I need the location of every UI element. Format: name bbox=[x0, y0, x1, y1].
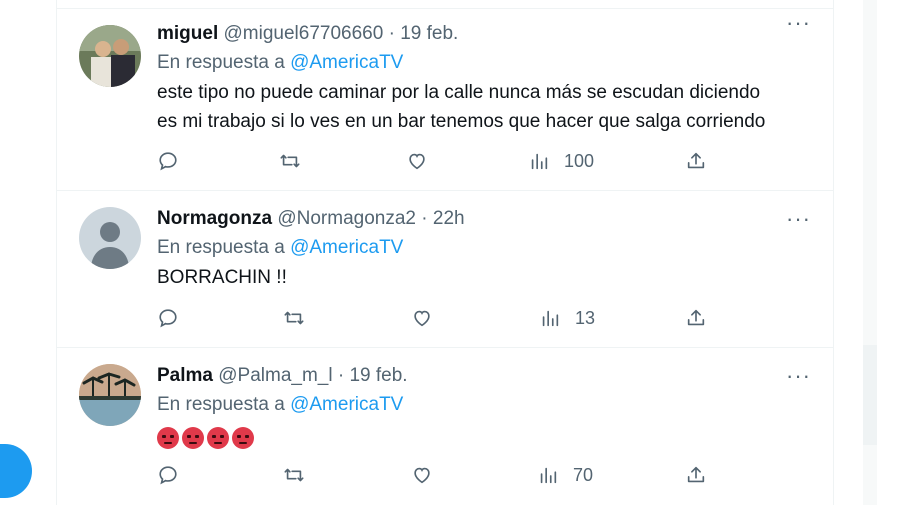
tweet-content: miguel @miguel67706660 · 19 feb. En resp… bbox=[157, 22, 813, 136]
retweet-button[interactable] bbox=[279, 146, 301, 176]
tweet[interactable]: Normagonza @Normagonza2 · 22h En respues… bbox=[57, 191, 833, 348]
share-icon bbox=[687, 152, 705, 169]
avatar[interactable] bbox=[79, 207, 141, 269]
reply-icon bbox=[159, 152, 177, 171]
tweet-text: este tipo no puede caminar por la calle … bbox=[157, 78, 813, 136]
share-icon bbox=[687, 309, 705, 326]
heart-icon bbox=[414, 467, 430, 484]
reply-button[interactable] bbox=[157, 460, 179, 490]
share-button[interactable] bbox=[685, 303, 707, 333]
share-button[interactable] bbox=[685, 146, 707, 176]
reply-context: En respuesta a @AmericaTV bbox=[157, 236, 813, 260]
mention-link[interactable]: @AmericaTV bbox=[290, 52, 403, 73]
retweet-icon bbox=[284, 468, 304, 482]
analytics-icon bbox=[540, 467, 557, 484]
views-button[interactable]: 13 bbox=[539, 303, 595, 333]
angry-face-icon bbox=[207, 426, 229, 449]
dot-separator: · bbox=[388, 23, 395, 44]
reply-button[interactable] bbox=[157, 146, 179, 176]
reply-icon bbox=[159, 309, 177, 328]
tweet-text-line: es mi trabajo si lo ves en un bar tenemo… bbox=[157, 111, 766, 132]
reply-prefix: En respuesta a bbox=[157, 237, 291, 258]
angry-face-icon bbox=[232, 426, 254, 449]
views-button[interactable]: 100 bbox=[528, 146, 594, 176]
analytics-icon bbox=[531, 153, 548, 170]
tweet-content: Palma @Palma_m_l · 19 feb. En respuesta … bbox=[157, 364, 813, 452]
scrollbar[interactable] bbox=[860, 0, 900, 505]
view-count: 100 bbox=[564, 150, 595, 171]
retweet-icon bbox=[280, 154, 300, 168]
view-count: 70 bbox=[573, 464, 594, 485]
default-avatar-icon bbox=[79, 207, 141, 269]
share-button[interactable] bbox=[685, 460, 707, 490]
angry-face-icon bbox=[157, 426, 179, 449]
more-options-icon[interactable]: ··· bbox=[786, 365, 811, 387]
user-handle[interactable]: @miguel67706660 bbox=[224, 23, 384, 44]
tweet-content: Normagonza @Normagonza2 · 22h En respues… bbox=[157, 207, 813, 292]
tweet-text-line: BORRACHIN !! bbox=[157, 267, 287, 288]
reply-icon bbox=[159, 466, 177, 485]
tweet[interactable]: miguel @miguel67706660 · 19 feb. En resp… bbox=[57, 8, 833, 191]
user-photo-avatar bbox=[79, 25, 141, 87]
retweet-button[interactable] bbox=[283, 303, 305, 333]
share-icon bbox=[687, 466, 705, 483]
tweet-header: Normagonza @Normagonza2 · 22h bbox=[157, 207, 813, 231]
display-name[interactable]: miguel bbox=[157, 23, 218, 44]
timestamp[interactable]: 19 feb. bbox=[349, 365, 407, 386]
reply-feed: miguel @miguel67706660 · 19 feb. En resp… bbox=[56, 0, 834, 505]
timestamp[interactable]: 22h bbox=[433, 208, 465, 229]
avatar[interactable] bbox=[79, 364, 141, 426]
user-handle[interactable]: @Normagonza2 bbox=[277, 208, 416, 229]
view-count: 13 bbox=[575, 307, 596, 328]
tweet-text: BORRACHIN !! bbox=[157, 263, 813, 292]
tweet-actions: 13 bbox=[157, 303, 717, 333]
tweet-text bbox=[157, 423, 813, 452]
user-handle[interactable]: @Palma_m_l bbox=[218, 365, 332, 386]
like-button[interactable] bbox=[406, 146, 428, 176]
views-button[interactable]: 70 bbox=[537, 460, 593, 490]
compose-fab[interactable] bbox=[0, 444, 32, 498]
avatar[interactable] bbox=[79, 25, 141, 87]
tweet-header: Palma @Palma_m_l · 19 feb. bbox=[157, 364, 813, 388]
heart-icon bbox=[414, 310, 430, 327]
reply-button[interactable] bbox=[157, 303, 179, 333]
display-name[interactable]: Palma bbox=[157, 365, 213, 386]
tweet[interactable]: Palma @Palma_m_l · 19 feb. En respuesta … bbox=[57, 348, 833, 505]
angry-face-icon bbox=[182, 426, 204, 449]
reply-prefix: En respuesta a bbox=[157, 52, 291, 73]
tweet-actions: 70 bbox=[157, 460, 717, 490]
more-options-icon[interactable]: ··· bbox=[786, 208, 811, 230]
mention-link[interactable]: @AmericaTV bbox=[290, 394, 403, 415]
retweet-icon bbox=[284, 311, 304, 325]
reply-prefix: En respuesta a bbox=[157, 394, 291, 415]
analytics-icon bbox=[542, 310, 559, 327]
display-name[interactable]: Normagonza bbox=[157, 208, 272, 229]
reply-context: En respuesta a @AmericaTV bbox=[157, 393, 813, 417]
palm-beach-avatar bbox=[79, 364, 141, 426]
tweet-header: miguel @miguel67706660 · 19 feb. bbox=[157, 22, 813, 46]
timestamp[interactable]: 19 feb. bbox=[400, 23, 458, 44]
more-options-icon[interactable]: ··· bbox=[786, 12, 811, 34]
dot-separator: · bbox=[337, 365, 345, 386]
mention-link[interactable]: @AmericaTV bbox=[290, 237, 403, 258]
like-button[interactable] bbox=[411, 460, 433, 490]
heart-icon bbox=[409, 153, 425, 170]
scrollbar-thumb[interactable] bbox=[863, 345, 877, 445]
tweet-text-line: este tipo no puede caminar por la calle … bbox=[157, 82, 761, 103]
dot-separator: · bbox=[421, 208, 428, 229]
reply-context: En respuesta a @AmericaTV bbox=[157, 51, 813, 75]
like-button[interactable] bbox=[411, 303, 433, 333]
tweet-actions: 100 bbox=[157, 146, 717, 176]
retweet-button[interactable] bbox=[283, 460, 305, 490]
